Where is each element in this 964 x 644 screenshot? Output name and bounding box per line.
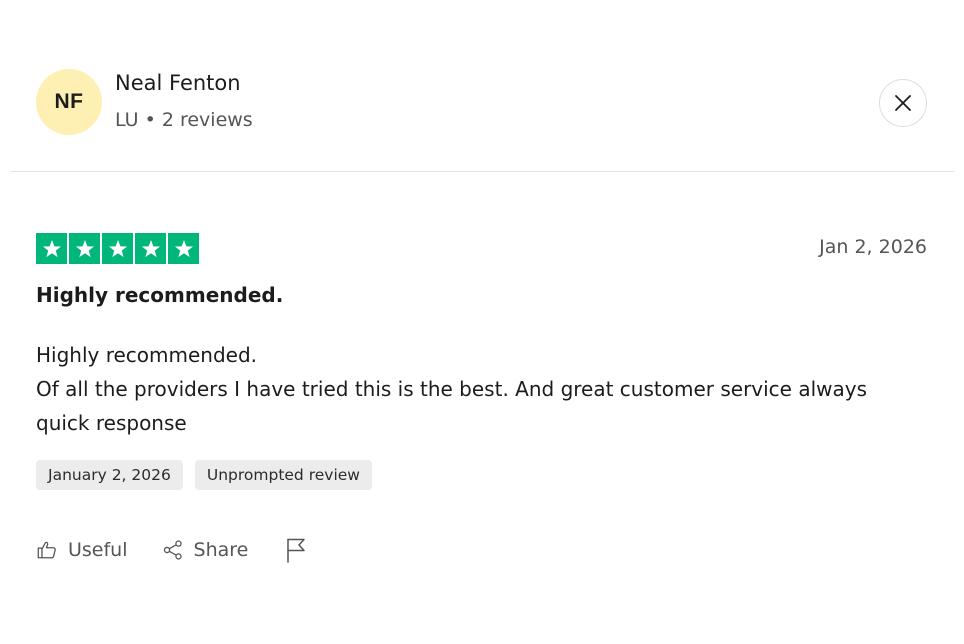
- flag-icon: [284, 537, 308, 563]
- share-icon: [162, 539, 184, 561]
- header-divider: [10, 171, 954, 172]
- report-button[interactable]: [284, 537, 308, 563]
- review-tags: January 2, 2026 Unprompted review: [36, 460, 372, 490]
- reviewer-name[interactable]: Neal Fenton: [115, 71, 241, 95]
- share-button[interactable]: Share: [162, 539, 249, 561]
- reviewer-header: NF Neal Fenton LU • 2 reviews: [0, 0, 964, 172]
- avatar: NF: [36, 69, 102, 135]
- star-icon: [102, 233, 133, 264]
- star-icon: [69, 233, 100, 264]
- review-body-line: Of all the providers I have tried this i…: [36, 377, 868, 435]
- review-body: Highly recommended. Of all the providers…: [36, 338, 916, 440]
- close-button[interactable]: [879, 79, 927, 127]
- thumbs-up-icon: [36, 539, 58, 561]
- review-date: Jan 2, 2026: [819, 236, 927, 258]
- useful-label: Useful: [68, 539, 128, 561]
- close-icon: [894, 94, 912, 112]
- experience-date-tag: January 2, 2026: [36, 460, 183, 490]
- star-icon: [168, 233, 199, 264]
- share-label: Share: [193, 539, 249, 561]
- useful-button[interactable]: Useful: [36, 539, 128, 561]
- review-title: Highly recommended.: [36, 283, 284, 307]
- reviewer-meta: LU • 2 reviews: [115, 109, 253, 131]
- star-icon: [135, 233, 166, 264]
- review-body-line: Highly recommended.: [36, 343, 258, 367]
- star-rating: [36, 233, 199, 264]
- star-icon: [36, 233, 67, 264]
- review-actions: Useful Share: [36, 534, 308, 566]
- unprompted-review-tag[interactable]: Unprompted review: [194, 460, 372, 490]
